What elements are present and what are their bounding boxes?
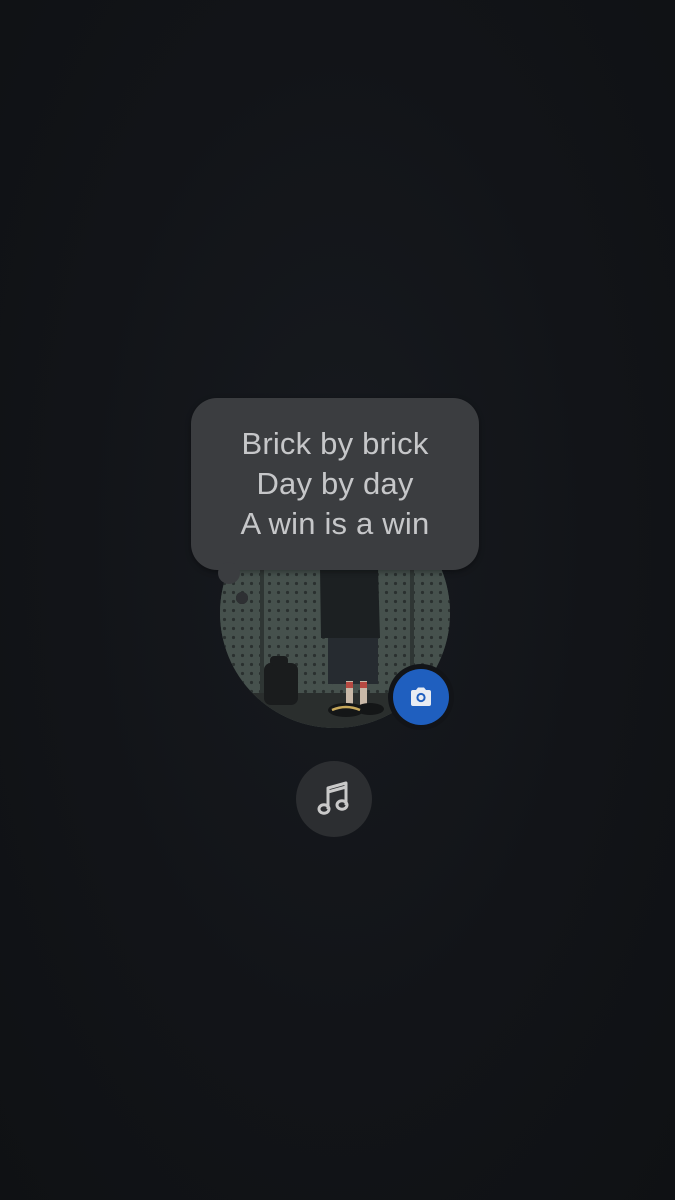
music-note-icon — [317, 781, 349, 815]
camera-icon — [411, 687, 431, 706]
camera-button-circle — [393, 669, 449, 725]
note-bubble-tail — [218, 562, 240, 584]
camera-button[interactable] — [388, 664, 454, 730]
note-line-3: A win is a win — [240, 506, 430, 541]
note-line-1: Brick by brick — [241, 426, 429, 461]
note-bubble-tail-dot — [236, 592, 248, 604]
music-button[interactable] — [296, 761, 372, 837]
note-line-2: Day by day — [256, 466, 414, 501]
note-bubble[interactable]: Brick by brick Day by day A win is a win — [191, 398, 479, 570]
notes-screen: Brick by brick Day by day A win is a win — [0, 0, 675, 1200]
